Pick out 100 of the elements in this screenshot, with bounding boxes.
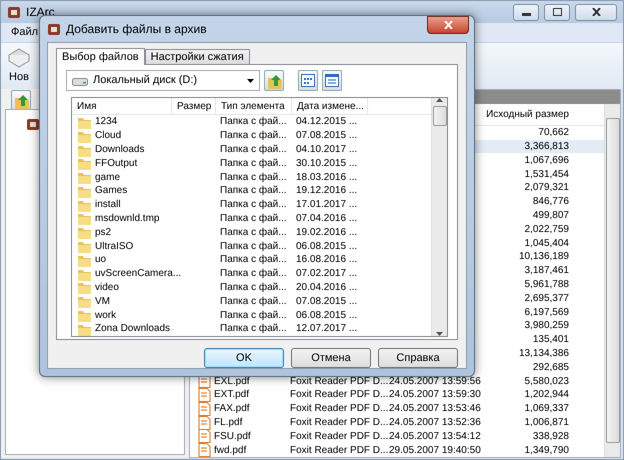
folder-date: 04.12.2015 ... <box>296 116 358 128</box>
folder-name: Games <box>95 184 128 198</box>
folder-name: uo <box>95 253 106 268</box>
dialog-button[interactable]: OK <box>204 348 284 368</box>
scroll-thumb[interactable] <box>606 118 620 443</box>
column-header[interactable]: Дата измене... <box>292 98 368 114</box>
details-view-button[interactable] <box>322 70 342 91</box>
folder-type: Папка с фай... <box>220 310 287 321</box>
folder-row[interactable]: UltraISO Папка с фай... 06.08.2015 ... <box>72 239 431 253</box>
folder-type: Папка с фай... <box>220 199 287 210</box>
file-row[interactable]: FL.pdf Foxit Reader PDF D...24.05.2007 13:52:36 1,006,871 <box>190 416 604 430</box>
pdf-file-icon <box>198 416 211 430</box>
folder-row[interactable]: msdownld.tmp Папка с фай... 07.04.2016 ... <box>72 212 431 226</box>
up-folder-icon <box>13 92 29 109</box>
folder-name: uvScreenCamera... <box>95 267 182 282</box>
file-row[interactable]: FAX.pdf Foxit Reader PDF D...24.05.2007 13:53:46 1,069,337 <box>190 402 604 416</box>
app-icon <box>47 22 61 36</box>
folder-row[interactable]: work Папка с фай... 06.08.2015 ... <box>72 308 431 322</box>
file-size: 292,685 <box>532 362 569 373</box>
scroll-up-icon <box>436 98 443 102</box>
scrollbar[interactable] <box>431 98 447 336</box>
close-icon <box>592 8 600 16</box>
dialog-button[interactable]: Отмена <box>291 348 371 368</box>
file-type: Foxit Reader PDF D... <box>290 430 388 442</box>
folder-row[interactable]: FFOutput Папка с фай... 30.10.2015 ... <box>72 156 431 170</box>
close-button[interactable] <box>427 16 469 34</box>
up-folder-button[interactable] <box>264 70 284 91</box>
folder-row[interactable]: video Папка с фай... 20.04.2016 ... <box>72 280 431 294</box>
folder-type: Папка с фай... <box>220 212 287 224</box>
tab[interactable]: Настройки сжатия <box>144 49 250 64</box>
menu-item[interactable]: Файл <box>11 24 38 41</box>
folder-name: install <box>95 198 121 212</box>
file-size: 135,401 <box>532 334 569 346</box>
folder-type: Папка с фай... <box>220 116 287 128</box>
folder-icon <box>77 239 92 254</box>
folder-name: UltraISO <box>95 240 134 254</box>
folder-row[interactable]: Cloud Папка с фай... 07.08.2015 ... <box>72 128 431 143</box>
file-size: 1,202,944 <box>524 389 569 400</box>
file-date: 29.05.2007 19:40:50 <box>389 444 481 456</box>
dialog-title: Добавить файлы в архив <box>66 21 207 38</box>
scroll-thumb[interactable] <box>432 106 446 126</box>
file-row[interactable]: fwd.pdf Foxit Reader PDF D...29.05.2007 19:40:50 1,349,790 <box>190 443 604 457</box>
folder-date: 04.10.2017 ... <box>296 144 358 155</box>
archive-icon <box>7 46 31 68</box>
file-size: 3,366,813 <box>524 141 569 152</box>
file-type: Foxit Reader PDF D... <box>290 389 388 400</box>
column-header[interactable]: Исходный размер <box>485 106 569 122</box>
folder-date: 18.03.2016 ... <box>296 172 358 183</box>
tab[interactable]: Выбор файлов <box>56 48 145 65</box>
column-header[interactable]: Тип элемента <box>216 98 292 114</box>
file-date: 24.05.2007 13:54:12 <box>389 430 481 442</box>
file-date: 24.05.2007 13:59:30 <box>389 389 481 400</box>
file-date: 24.05.2007 13:53:46 <box>389 403 481 414</box>
folder-type: Папка с фай... <box>220 296 287 307</box>
minimize-button[interactable] <box>513 4 539 20</box>
folder-icon <box>77 211 92 226</box>
scrollbar[interactable] <box>604 104 620 457</box>
file-size: 1,349,790 <box>524 444 569 456</box>
folder-type: Папка с фай... <box>220 130 287 142</box>
folder-row[interactable]: 1234 Папка с фай... 04.12.2015 ... <box>72 115 431 129</box>
drive-icon <box>72 76 88 86</box>
folder-date: 20.04.2016 ... <box>296 282 358 293</box>
folder-row[interactable]: Downloads Папка с фай... 04.10.2017 ... <box>72 142 431 156</box>
folder-type: Папка с фай... <box>220 226 287 238</box>
folder-name: work <box>95 308 116 323</box>
column-header[interactable]: Размер <box>172 98 216 114</box>
folder-type: Папка с фай... <box>220 158 287 169</box>
folder-name: Downloads <box>95 143 144 157</box>
folder-row[interactable]: uvScreenCamera... Папка с фай... 07.02.2017 ... <box>72 266 431 281</box>
folder-type: Папка с фай... <box>220 254 287 266</box>
location-dropdown[interactable]: Локальный диск (D:) <box>66 70 260 91</box>
folder-row[interactable]: game Папка с фай... 18.03.2016 ... <box>72 170 431 184</box>
file-name: FAX.pdf <box>214 402 250 416</box>
folder-icon <box>77 156 92 170</box>
folder-icon <box>77 170 92 184</box>
up-folder-button[interactable] <box>11 90 31 111</box>
dialog-button[interactable]: Справка <box>378 348 458 368</box>
folder-row[interactable]: install Папка с фай... 17.01.2017 ... <box>72 198 431 212</box>
folder-date: 07.02.2017 ... <box>296 268 358 280</box>
folder-row[interactable]: Games Папка с фай... 19.12.2016 ... <box>72 184 431 198</box>
folder-date: 17.01.2017 ... <box>296 199 358 210</box>
file-type: Foxit Reader PDF D... <box>290 417 388 428</box>
pdf-file-icon <box>198 402 211 416</box>
app-icon <box>7 5 21 19</box>
folder-row[interactable]: ps2 Папка с фай... 19.02.2016 ... <box>72 225 431 240</box>
icon-view-button[interactable] <box>298 70 318 91</box>
maximize-button[interactable] <box>544 4 570 20</box>
column-header[interactable]: Имя <box>72 98 172 114</box>
folder-row[interactable]: uo Папка с фай... 16.08.2016 ... <box>72 252 431 267</box>
close-button[interactable] <box>575 4 617 20</box>
folder-row[interactable]: VM Папка с фай... 07.08.2015 ... <box>72 294 431 308</box>
folder-type: Папка с фай... <box>220 144 287 155</box>
folder-date: 19.12.2016 ... <box>296 185 358 196</box>
file-row[interactable]: FSU.pdf Foxit Reader PDF D...24.05.2007 13:54:12 338,928 <box>190 429 604 444</box>
folder-date: 06.08.2015 ... <box>296 240 358 252</box>
file-size: 1,006,871 <box>524 417 569 428</box>
file-row[interactable]: EXT.pdf Foxit Reader PDF D...24.05.2007 13:59:30 1,202,944 <box>190 388 604 402</box>
toolbar-button[interactable]: Нов <box>7 46 31 85</box>
folder-name: game <box>95 170 120 185</box>
folder-row[interactable]: Zona Downloads Папка с фай... 12.07.2017 ... <box>72 322 431 336</box>
